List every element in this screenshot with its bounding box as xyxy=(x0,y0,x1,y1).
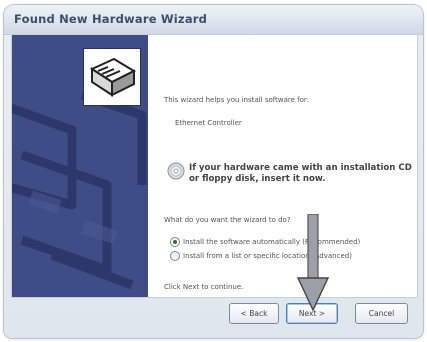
device-name: Ethernet Controller xyxy=(175,119,242,127)
cancel-button[interactable]: Cancel xyxy=(355,303,408,324)
back-button[interactable]: < Back xyxy=(229,303,279,324)
hardware-wizard-icon xyxy=(83,48,141,106)
down-arrow-icon xyxy=(296,213,330,312)
cd-icon xyxy=(167,162,185,180)
title-bar[interactable]: Found New Hardware Wizard xyxy=(4,5,423,35)
intro-text: This wizard helps you install software f… xyxy=(164,96,310,104)
cd-notice: If your hardware came with an installati… xyxy=(189,163,412,184)
continue-hint: Click Next to continue. xyxy=(164,283,244,291)
radio-auto[interactable] xyxy=(170,237,180,247)
option-auto-label: Install the software automatically (Reco… xyxy=(183,238,361,246)
radio-advanced[interactable] xyxy=(170,251,180,261)
wizard-window: Found New Hardware Wizard This wizard he… xyxy=(4,5,423,338)
wizard-body: This wizard helps you install software f… xyxy=(11,34,418,298)
window-title: Found New Hardware Wizard xyxy=(14,12,208,26)
wizard-content: This wizard helps you install software f… xyxy=(162,35,414,297)
option-auto[interactable]: Install the software automatically (Reco… xyxy=(170,236,360,248)
wizard-sidebar xyxy=(12,35,148,297)
question-text: What do you want the wizard to do? xyxy=(164,216,291,224)
